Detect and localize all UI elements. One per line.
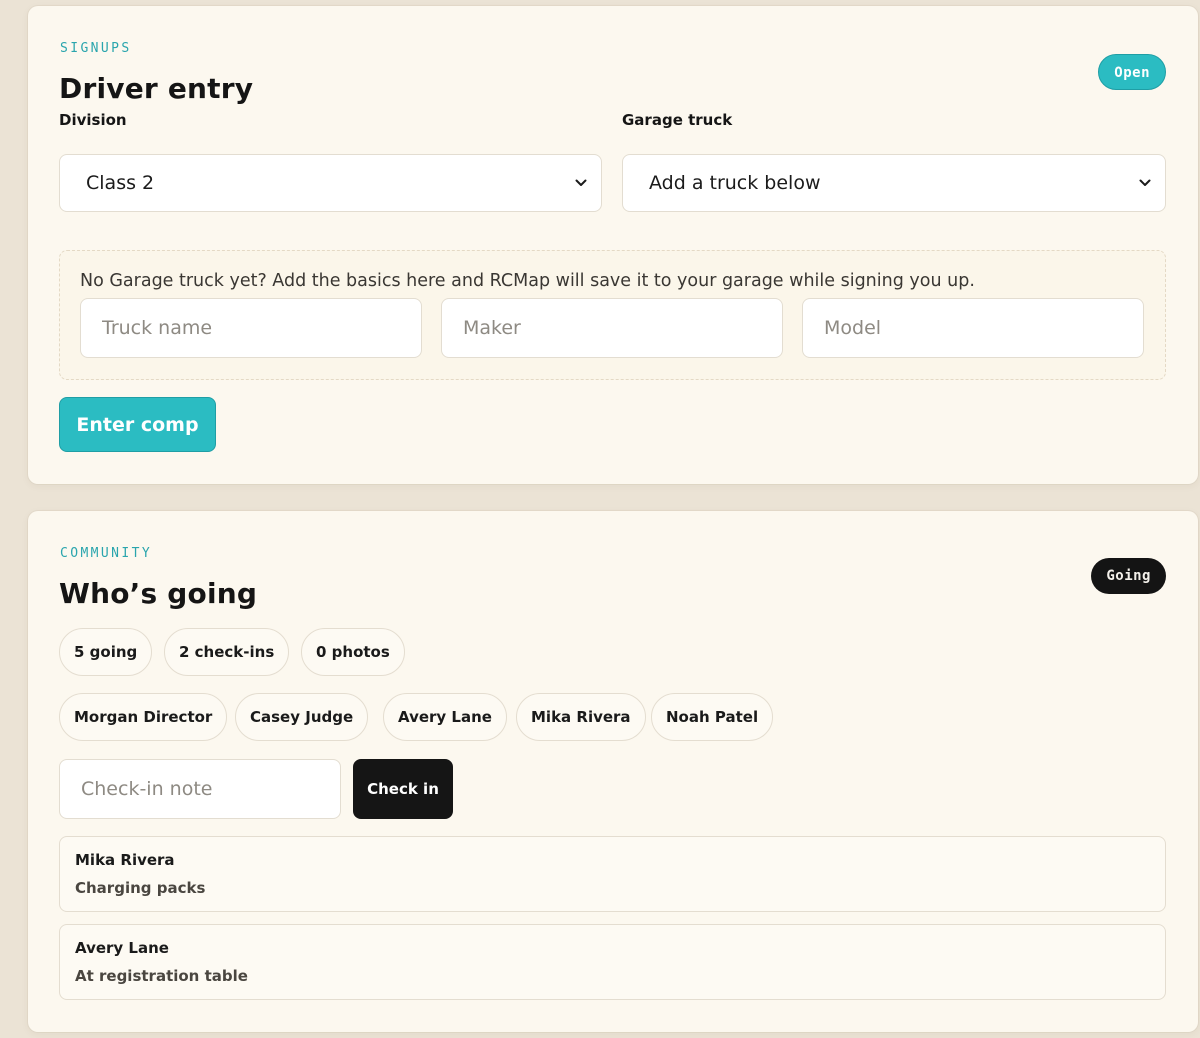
chevron-down-icon (1139, 179, 1151, 186)
new-truck-helper-text: No Garage truck yet? Add the basics here… (80, 271, 975, 291)
truck-name-input[interactable] (80, 298, 422, 358)
truck-maker-input[interactable] (441, 298, 783, 358)
card-title: Driver entry (59, 72, 254, 105)
garage-truck-label: Garage truck (622, 111, 733, 129)
enter-comp-button[interactable]: Enter comp (59, 397, 216, 452)
status-badge: Open (1098, 54, 1166, 90)
checkin-note-input[interactable] (59, 759, 341, 819)
division-selected-value: Class 2 (86, 172, 155, 194)
attendee-chip[interactable]: Casey Judge (235, 693, 369, 741)
checkin-list-item: Avery Lane At registration table (59, 924, 1166, 1000)
stat-chip-checkins: 2 check-ins (164, 628, 290, 676)
truck-model-input[interactable] (802, 298, 1144, 358)
attendee-chip[interactable]: Morgan Director (59, 693, 228, 741)
checkin-note-text: Charging packs (75, 879, 206, 897)
section-eyebrow: SIGNUPS (60, 41, 132, 56)
checkin-note-text: At registration table (75, 967, 248, 985)
section-eyebrow: COMMUNITY (60, 546, 153, 561)
checkin-author: Mika Rivera (75, 851, 175, 869)
attendee-chip[interactable]: Noah Patel (651, 693, 774, 741)
attendee-chip[interactable]: Mika Rivera (516, 693, 646, 741)
new-truck-panel: No Garage truck yet? Add the basics here… (59, 250, 1166, 380)
stat-chip-going: 5 going (59, 628, 153, 676)
going-status-badge[interactable]: Going (1091, 558, 1166, 594)
whos-going-card: COMMUNITY Who’s going Going 5 going 2 ch… (28, 511, 1198, 1032)
stat-chip-photos: 0 photos (301, 628, 405, 676)
checkin-list-item: Mika Rivera Charging packs (59, 836, 1166, 912)
chevron-down-icon (575, 179, 587, 186)
checkin-author: Avery Lane (75, 939, 169, 957)
garage-truck-selected-value: Add a truck below (649, 172, 821, 194)
division-label: Division (59, 111, 127, 129)
attendee-chip[interactable]: Avery Lane (383, 693, 507, 741)
driver-entry-card: SIGNUPS Driver entry Open Division Class… (28, 6, 1198, 484)
garage-truck-select[interactable]: Add a truck below (622, 154, 1166, 212)
check-in-button[interactable]: Check in (353, 759, 453, 819)
card-title: Who’s going (59, 577, 258, 610)
division-select[interactable]: Class 2 (59, 154, 602, 212)
